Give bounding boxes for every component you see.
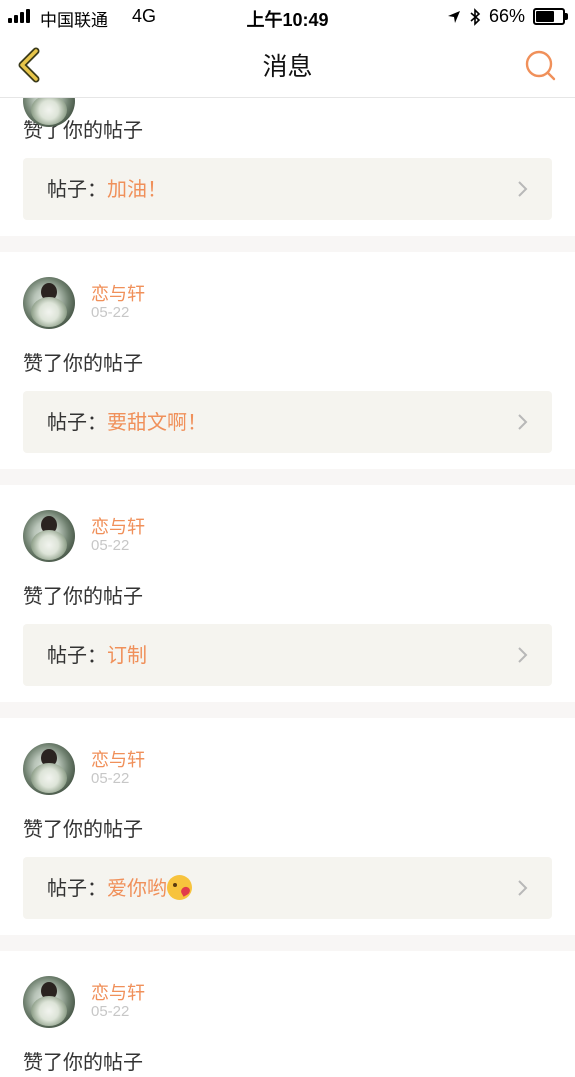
- message-date: 05-22: [91, 304, 130, 321]
- avatar[interactable]: [23, 510, 75, 562]
- post-label: 帖子：: [47, 876, 107, 900]
- message-date: 05-22: [91, 1003, 130, 1020]
- user-name[interactable]: 恋与轩: [91, 746, 145, 772]
- post-link[interactable]: 帖子：加油！: [23, 158, 552, 220]
- chevron-right-icon: [518, 414, 528, 430]
- list-item: 恋与轩 05-22 赞了你的帖子 帖子：要甜文啊！: [0, 252, 575, 469]
- list-item: 恋与轩 05-22 赞了你的帖子: [0, 951, 575, 1077]
- post-title: 爱你哟: [107, 876, 167, 900]
- divider: [0, 935, 575, 951]
- avatar[interactable]: [23, 743, 75, 795]
- message-date: 05-22: [91, 770, 130, 787]
- battery-icon: [533, 8, 568, 25]
- action-text: 赞了你的帖子: [23, 118, 143, 142]
- search-icon[interactable]: [523, 48, 557, 82]
- user-name[interactable]: 恋与轩: [91, 513, 145, 539]
- post-link[interactable]: 帖子：要甜文啊！: [23, 391, 552, 453]
- user-name[interactable]: 恋与轩: [91, 979, 145, 1005]
- action-text: 赞了你的帖子: [23, 584, 143, 608]
- list-item: 恋与轩 05-22 赞了你的帖子 帖子：订制: [0, 485, 575, 702]
- post-link[interactable]: 帖子：爱你哟: [23, 857, 552, 919]
- divider: [0, 469, 575, 485]
- bluetooth-icon: [470, 7, 481, 26]
- chevron-right-icon: [518, 880, 528, 896]
- kissing-face-emoji: [167, 875, 192, 900]
- nav-bar: 消息: [0, 33, 575, 98]
- battery-percent: 66%: [488, 6, 525, 26]
- page-title: 消息: [262, 52, 313, 81]
- post-label: 帖子：: [47, 410, 107, 434]
- message-date: 05-22: [91, 537, 130, 554]
- action-text: 赞了你的帖子: [23, 817, 143, 841]
- post-title: 要甜文啊！: [107, 410, 207, 434]
- post-link[interactable]: 帖子：订制: [23, 624, 552, 686]
- post-title: 订制: [107, 643, 147, 667]
- list-item: 恋与轩 05-22 赞了你的帖子 帖子：爱你哟: [0, 718, 575, 935]
- chevron-right-icon: [518, 181, 528, 197]
- message-list: 赞了你的帖子 帖子：加油！ 恋与轩 05-22 赞了你的帖子 帖子：要甜文啊！ …: [0, 75, 575, 1077]
- chevron-right-icon: [518, 647, 528, 663]
- action-text: 赞了你的帖子: [23, 1050, 143, 1074]
- location-icon: [447, 10, 460, 23]
- divider: [0, 236, 575, 252]
- post-title: 加油！: [107, 177, 167, 201]
- post-label: 帖子：: [47, 177, 107, 201]
- list-item: 赞了你的帖子 帖子：加油！: [0, 75, 575, 236]
- post-label: 帖子：: [47, 643, 107, 667]
- status-bar: 中国联通 4G 上午10:49 66%: [0, 0, 575, 33]
- divider: [0, 702, 575, 718]
- user-name[interactable]: 恋与轩: [91, 280, 145, 306]
- action-text: 赞了你的帖子: [23, 351, 143, 375]
- avatar[interactable]: [23, 976, 75, 1028]
- avatar[interactable]: [23, 277, 75, 329]
